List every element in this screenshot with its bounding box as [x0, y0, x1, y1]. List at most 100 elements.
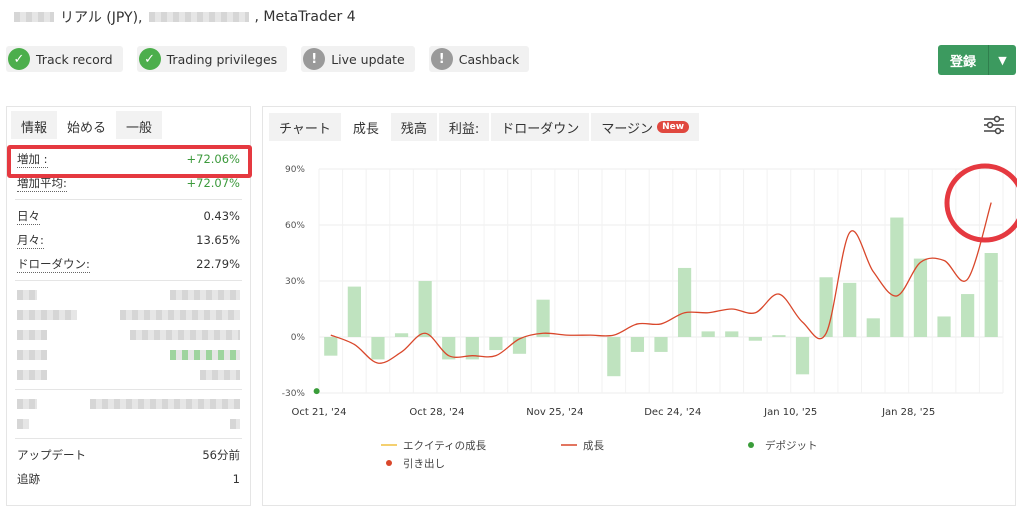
tab-info[interactable]: 情報: [11, 111, 58, 139]
stat-value: 13.65%: [196, 233, 240, 247]
tab-start[interactable]: 始める: [57, 111, 117, 139]
y-tick-label: 30%: [285, 277, 305, 287]
stat-value: 1: [232, 472, 240, 486]
badge-label: Track record: [36, 51, 113, 67]
redacted-row: [7, 285, 250, 305]
growth-bar: [748, 337, 762, 341]
exclamation-icon: !: [303, 48, 326, 70]
exclamation-icon: !: [430, 48, 453, 70]
x-tick-label: Oct 28, '24: [409, 407, 464, 418]
growth-bar: [536, 299, 550, 337]
growth-bar: [890, 217, 904, 337]
stat-label: 日々: [17, 208, 40, 225]
stat-value: 56分前: [202, 448, 240, 462]
status-badges: ✓ Track record ✓ Trading privileges ! Li…: [6, 46, 530, 72]
stat-label: ドローダウン:: [17, 256, 90, 273]
legend-label: デポジット: [765, 439, 818, 452]
badge-label: Cashback: [458, 51, 520, 67]
legend-label: 引き出し: [403, 457, 445, 470]
growth-bar: [866, 318, 880, 337]
stat-tracking: 追跡 1: [7, 467, 250, 491]
stat-label: アップデート: [17, 448, 86, 462]
stats-tabs: 情報 始める 一般: [7, 107, 250, 139]
y-tick-label: 0%: [291, 333, 306, 343]
redacted-account: [148, 12, 249, 22]
badge-cashback[interactable]: ! Cashback: [428, 46, 530, 72]
stat-value: +72.07%: [186, 176, 241, 190]
stat-label: 追跡: [17, 472, 40, 486]
growth-bar: [394, 333, 409, 337]
growth-bar: [937, 316, 951, 337]
chevron-down-icon[interactable]: ▼: [988, 45, 1016, 75]
redacted-row: [7, 394, 250, 414]
chart-panel: チャート 成長 残高 利益: ドローダウン マージン New 90% 60% 30%…: [262, 106, 1017, 506]
growth-bar: [725, 331, 739, 337]
growth-bar: [961, 294, 975, 337]
check-icon: ✓: [8, 48, 30, 70]
redacted-row: [7, 345, 250, 365]
x-tick-label: Dec 24, '24: [644, 407, 701, 418]
gain-highlight-box: [7, 145, 252, 178]
stat-monthly: 月々: 13.65%: [7, 228, 250, 252]
divider: [15, 199, 242, 200]
redacted-row: [7, 325, 250, 345]
x-tick-label: Oct 21, '24: [291, 407, 346, 418]
growth-bar: [772, 335, 786, 337]
register-button-group: 登録 ▼: [938, 45, 1016, 75]
stat-value: 22.79%: [196, 257, 240, 271]
divider: [15, 438, 242, 439]
growth-bar: [607, 337, 621, 377]
legend-label: エクイティの成長: [403, 440, 487, 452]
account-title: リアル (JPY), , MetaTrader 4: [14, 7, 356, 27]
growth-bar: [819, 277, 833, 337]
deposit-marker: [313, 388, 320, 395]
badge-trading-privileges[interactable]: ✓ Trading privileges: [136, 46, 288, 72]
growth-bar: [677, 267, 692, 337]
x-tick-label: Jan 10, '25: [763, 407, 817, 418]
growth-bar: [371, 337, 385, 360]
growth-bar: [795, 337, 810, 375]
stat-value: 0.43%: [203, 209, 240, 223]
redacted-row: [7, 305, 250, 325]
stat-daily: 日々 0.43%: [7, 204, 250, 228]
x-tick-label: Jan 28, '25: [881, 407, 935, 418]
y-tick-label: 60%: [285, 221, 305, 231]
growth-bar: [347, 286, 361, 337]
stat-label: 月々:: [17, 232, 44, 249]
growth-bar: [654, 337, 668, 352]
divider: [15, 280, 242, 281]
page-header: リアル (JPY), , MetaTrader 4: [0, 0, 1024, 36]
register-button[interactable]: 登録: [938, 45, 988, 75]
badge-live-update[interactable]: ! Live update: [301, 46, 415, 72]
account-type: リアル (JPY),: [60, 10, 143, 26]
stat-update: アップデート 56分前: [7, 443, 250, 467]
badge-label: Live update: [331, 51, 405, 67]
x-tick-label: Nov 25, '24: [526, 407, 583, 418]
stat-drawdown: ドローダウン: 22.79%: [7, 252, 250, 276]
y-tick-label: -30%: [282, 389, 306, 399]
growth-chart: 90% 60% 30% 0% -30% Oct 21, '24 Oct 28, '24 Nov…: [282, 163, 1017, 470]
legend-dot-swatch: [386, 460, 392, 466]
growth-bar: [489, 337, 503, 351]
badge-label: Trading privileges: [166, 51, 278, 67]
growth-bar: [984, 253, 998, 337]
check-icon: ✓: [138, 48, 161, 70]
tab-general[interactable]: 一般: [116, 111, 163, 139]
annotation-circle: [944, 163, 1017, 243]
legend-dot-swatch: [748, 442, 754, 448]
growth-bar: [843, 282, 857, 337]
y-tick-label: 90%: [285, 165, 305, 175]
redacted-row: [7, 365, 250, 385]
badge-track-record[interactable]: ✓ Track record: [6, 46, 123, 72]
stats-panel: 情報 始める 一般 増加 : +72.06% 増加平均: +72.07% 日々 …: [6, 106, 252, 506]
divider: [15, 389, 242, 390]
growth-bar: [630, 337, 645, 352]
growth-bar: [418, 281, 432, 337]
growth-bar: [701, 331, 715, 337]
growth-bar: [324, 337, 338, 356]
redacted-name: [14, 12, 54, 22]
redacted-row: [7, 414, 250, 434]
legend-label: 成長: [583, 440, 604, 452]
platform-name: , MetaTrader 4: [254, 9, 356, 25]
growth-bar: [913, 258, 928, 337]
